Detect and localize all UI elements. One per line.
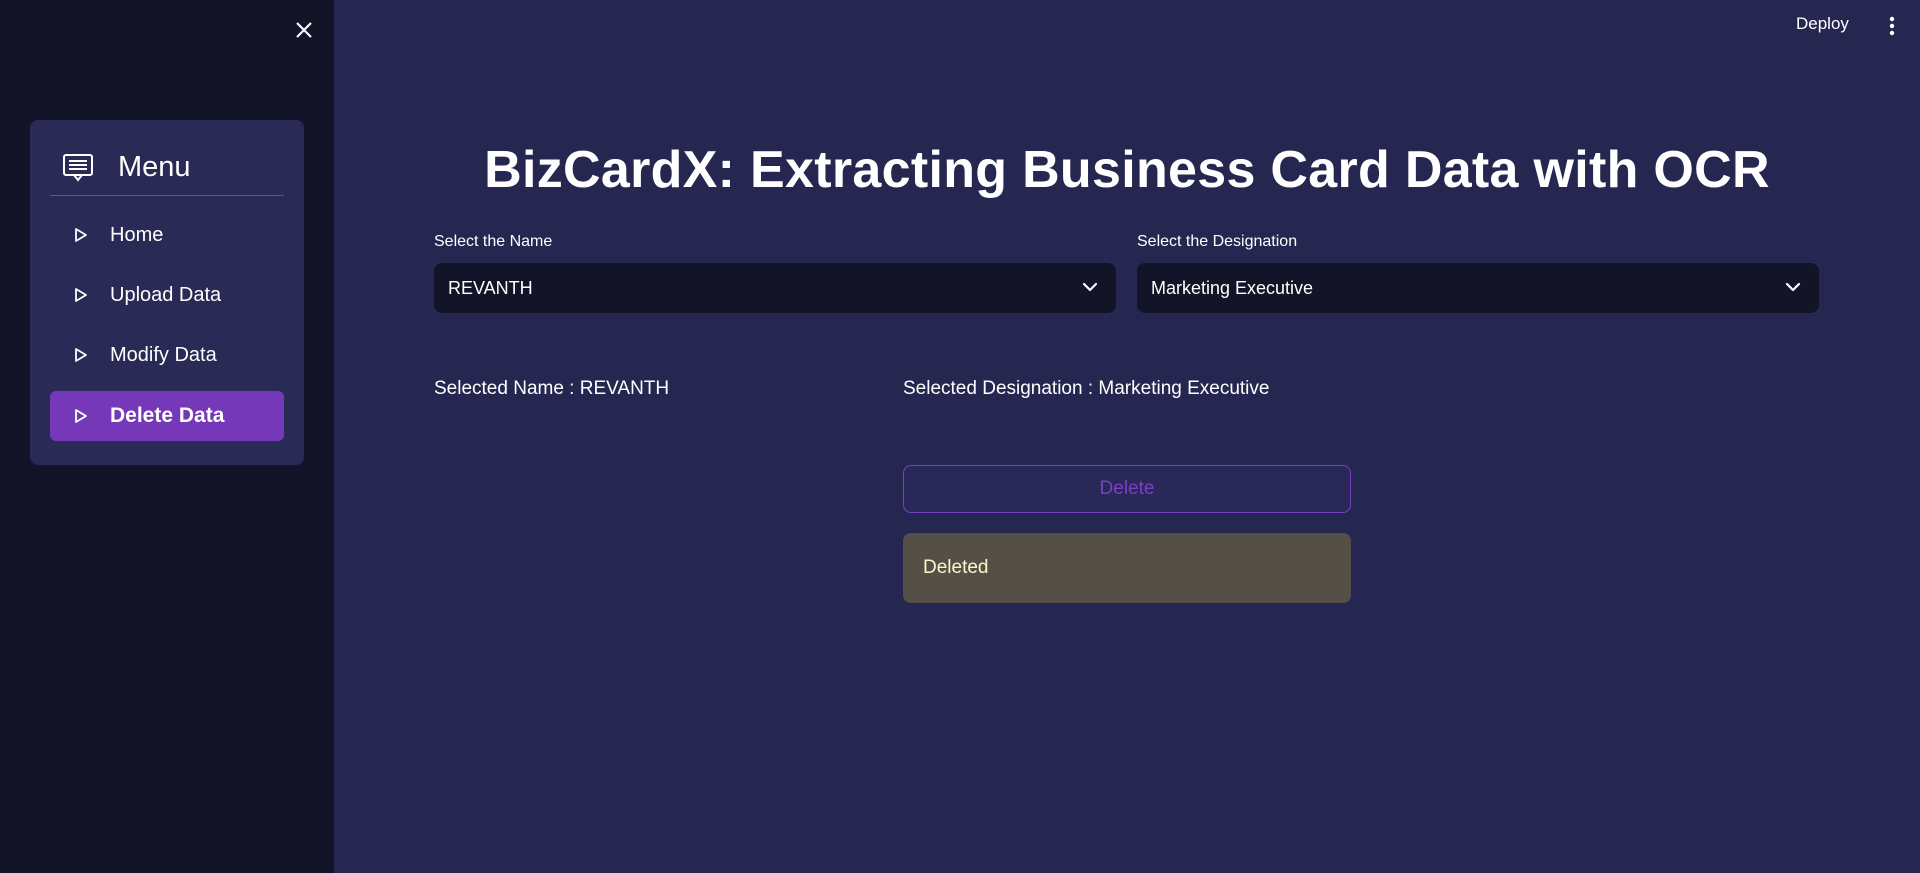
deploy-button[interactable]: Deploy: [1796, 14, 1849, 34]
designation-select-value: Marketing Executive: [1151, 277, 1314, 298]
sidebar-item-label: Delete Data: [110, 404, 225, 427]
alert-message: Deleted: [903, 533, 1351, 603]
name-select-label: Select the Name: [434, 233, 553, 250]
sidebar-item-home[interactable]: Home: [50, 210, 284, 260]
menu-header: Menu: [50, 140, 284, 196]
sidebar-item-modify-data[interactable]: Modify Data: [50, 330, 284, 380]
designation-select-label: Select the Designation: [1137, 233, 1298, 250]
selected-name-text: Selected Name : REVANTH: [434, 378, 670, 399]
menu-title: Menu: [118, 151, 191, 183]
close-icon[interactable]: [290, 16, 318, 44]
selected-designation-text: Selected Designation : Marketing Executi…: [903, 378, 1270, 399]
menu-card: Menu Home Upload Data Modify Data Delete: [30, 120, 304, 465]
sidebar-item-upload-data[interactable]: Upload Data: [50, 270, 284, 320]
sidebar-item-label: Home: [110, 223, 164, 246]
chevron-down-icon: [1785, 279, 1801, 297]
alert-text: Deleted: [923, 557, 989, 578]
more-vertical-icon[interactable]: [1882, 14, 1902, 38]
play-outline-icon: [74, 227, 90, 243]
sidebar-item-label: Modify Data: [110, 343, 217, 366]
play-outline-icon: [74, 287, 90, 303]
sidebar-item-delete-data[interactable]: Delete Data: [50, 391, 284, 441]
name-select-value: REVANTH: [448, 277, 533, 298]
menu-card-icon: [62, 151, 96, 185]
play-outline-icon: [74, 408, 90, 424]
name-select[interactable]: REVANTH: [434, 263, 1116, 313]
play-outline-icon: [74, 347, 90, 363]
designation-select[interactable]: Marketing Executive: [1137, 263, 1819, 313]
sidebar-item-label: Upload Data: [110, 283, 222, 306]
sidebar: Menu Home Upload Data Modify Data Delete: [0, 0, 334, 873]
delete-button[interactable]: Delete: [903, 465, 1351, 513]
page-title: BizCardX: Extracting Business Card Data …: [484, 141, 1770, 199]
chevron-down-icon: [1082, 279, 1098, 297]
